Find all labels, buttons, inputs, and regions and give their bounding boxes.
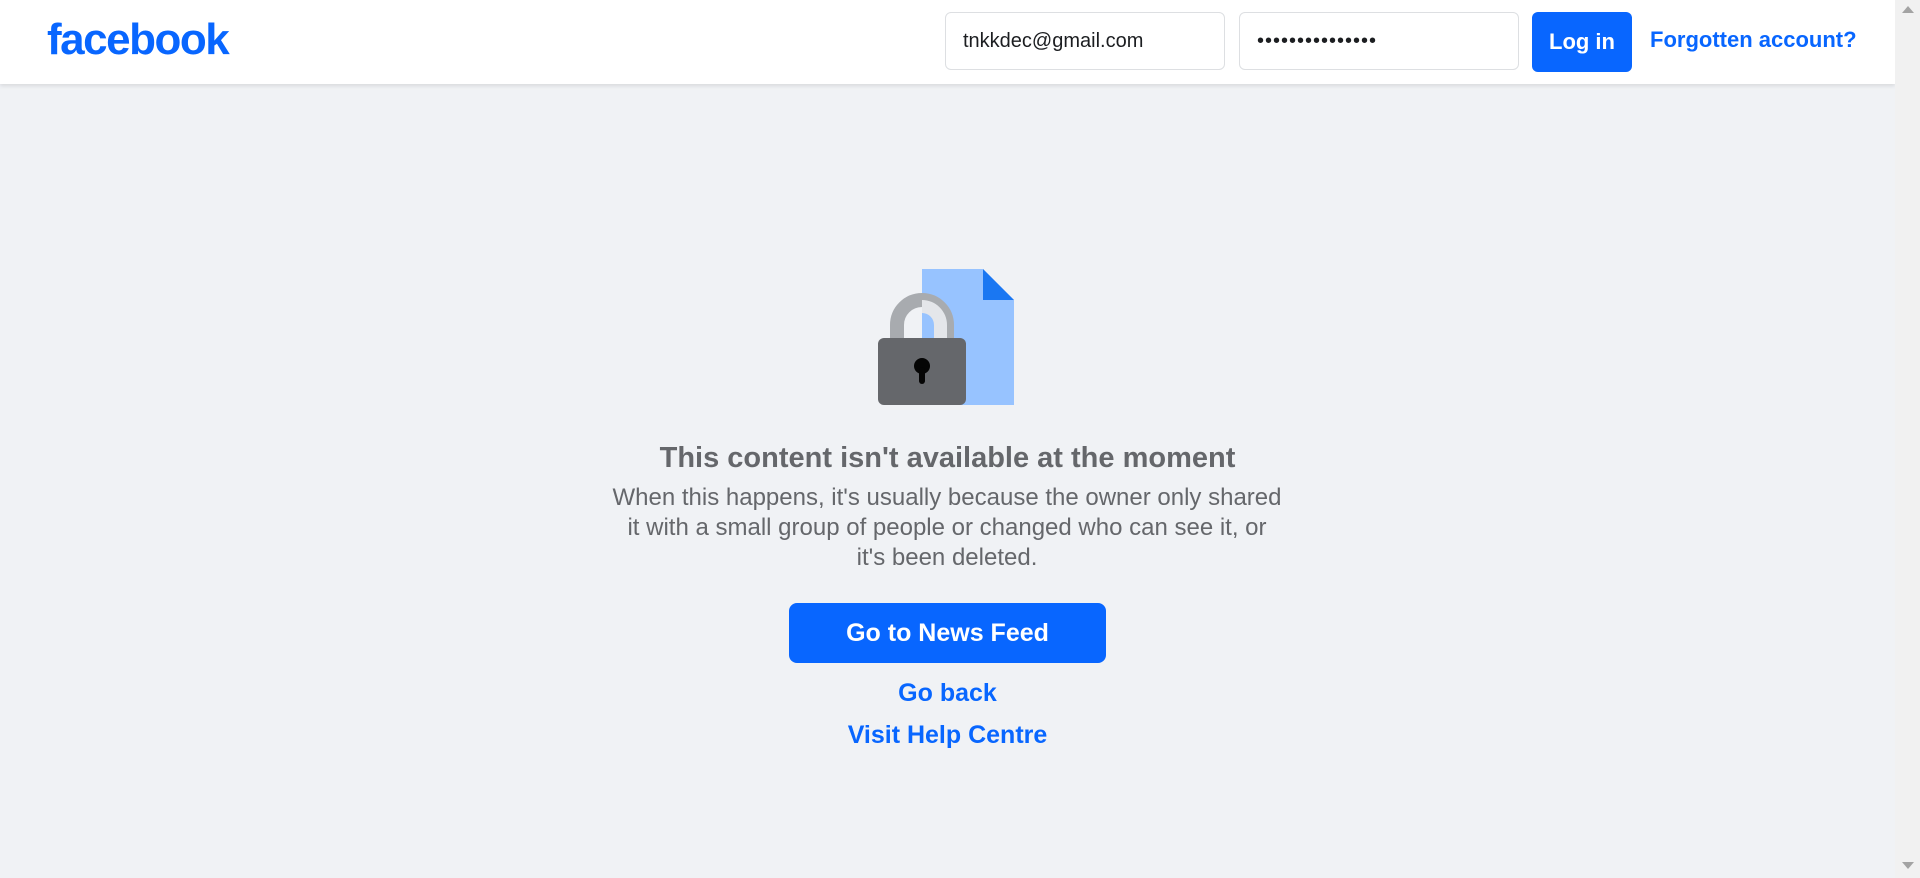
main-content: This content isn't available at the mome… [0, 84, 1895, 878]
scroll-up-arrow-icon[interactable] [1902, 6, 1914, 13]
email-input[interactable] [945, 12, 1225, 70]
locked-document-icon [878, 269, 1014, 405]
forgotten-account-link[interactable]: Forgotten account? [1650, 27, 1857, 53]
visit-help-centre-link[interactable]: Visit Help Centre [0, 721, 1895, 750]
facebook-logo[interactable]: facebook [47, 18, 230, 62]
scroll-down-arrow-icon[interactable] [1902, 862, 1914, 869]
description-text: When this happens, it's usually because … [612, 484, 1282, 571]
password-input[interactable] [1239, 12, 1519, 70]
vertical-scrollbar[interactable] [1895, 0, 1920, 878]
page-title: This content isn't available at the mome… [659, 442, 1236, 474]
login-button[interactable]: Log in [1532, 12, 1632, 72]
top-navigation-bar: facebook Log in Forgotten account? [0, 0, 1895, 84]
go-back-link[interactable]: Go back [0, 679, 1895, 708]
go-to-news-feed-button[interactable]: Go to News Feed [789, 603, 1106, 663]
page: facebook Log in Forgotten account? This … [0, 0, 1920, 878]
